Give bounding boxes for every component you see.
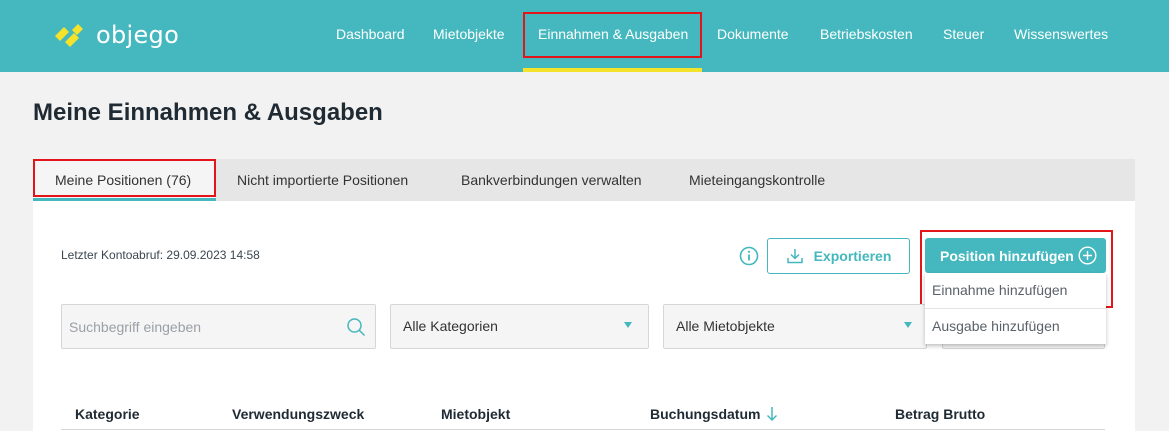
column-header-verwendungszweck[interactable]: Verwendungszweck [232, 406, 364, 422]
menu-item-add-income[interactable]: Einnahme hinzufügen [925, 273, 1106, 308]
export-button[interactable]: Exportieren [767, 238, 910, 274]
chevron-down-icon [904, 322, 912, 328]
info-circle-icon[interactable] [739, 246, 759, 266]
search-icon[interactable] [346, 317, 366, 337]
last-fetch-timestamp: Letzter Kontoabruf: 29.09.2023 14:58 [61, 248, 260, 262]
tab-active-underline [33, 198, 216, 201]
nav-item-steuer[interactable]: Steuer [943, 26, 984, 42]
add-position-menu: Einnahme hinzufügen Ausgabe hinzufügen [925, 273, 1106, 344]
property-select-value: Alle Mietobjekte [676, 318, 775, 334]
tab-bankverbindungen[interactable]: Bankverbindungen verwalten [461, 172, 642, 188]
logo-text: objego [96, 21, 180, 49]
nav-item-wissenswertes[interactable]: Wissenswertes [1014, 26, 1108, 42]
add-position-button[interactable]: Position hinzufügen [925, 238, 1106, 273]
tab-active-highlight [33, 159, 216, 197]
sort-down-arrow-icon[interactable] [766, 406, 778, 422]
search-field [61, 304, 376, 349]
table-header-divider [61, 429, 1105, 430]
top-navigation-bar: objego Dashboard Mietobjekte Einnahmen &… [0, 0, 1169, 72]
property-select[interactable]: Alle Mietobjekte [663, 304, 927, 349]
plus-circle-icon [1078, 246, 1097, 265]
export-button-label: Exportieren [813, 248, 892, 264]
nav-item-mietobjekte[interactable]: Mietobjekte [433, 26, 505, 42]
category-select-value: Alle Kategorien [403, 318, 498, 334]
positions-card: Meine Positionen (76) Nicht importierte … [33, 159, 1135, 431]
category-select[interactable]: Alle Kategorien [390, 304, 649, 349]
menu-item-add-expense[interactable]: Ausgabe hinzufügen [925, 308, 1106, 343]
column-header-betrag-brutto[interactable]: Betrag Brutto [895, 406, 985, 422]
nav-item-dashboard[interactable]: Dashboard [336, 26, 405, 42]
nav-active-underline [523, 68, 702, 72]
nav-active-highlight [523, 12, 702, 58]
column-header-buchungsdatum[interactable]: Buchungsdatum [650, 406, 778, 422]
tab-mieteingangskontrolle[interactable]: Mieteingangskontrolle [689, 172, 825, 188]
logo-mark-icon [55, 24, 83, 47]
page-title: Meine Einnahmen & Ausgaben [33, 99, 383, 126]
nav-item-betriebskosten[interactable]: Betriebskosten [820, 26, 913, 42]
column-header-mietobjekt[interactable]: Mietobjekt [441, 406, 510, 422]
download-icon [786, 249, 803, 264]
nav-item-dokumente[interactable]: Dokumente [717, 26, 789, 42]
column-header-buchungsdatum-label: Buchungsdatum [650, 406, 761, 422]
search-input[interactable] [62, 305, 332, 348]
column-header-kategorie[interactable]: Kategorie [75, 406, 140, 422]
tab-nicht-importierte-positionen[interactable]: Nicht importierte Positionen [237, 172, 408, 188]
tab-bar: Meine Positionen (76) Nicht importierte … [33, 159, 1135, 201]
add-position-button-label: Position hinzufügen [940, 247, 1074, 264]
chevron-down-icon [624, 322, 632, 328]
logo[interactable]: objego [52, 18, 179, 52]
